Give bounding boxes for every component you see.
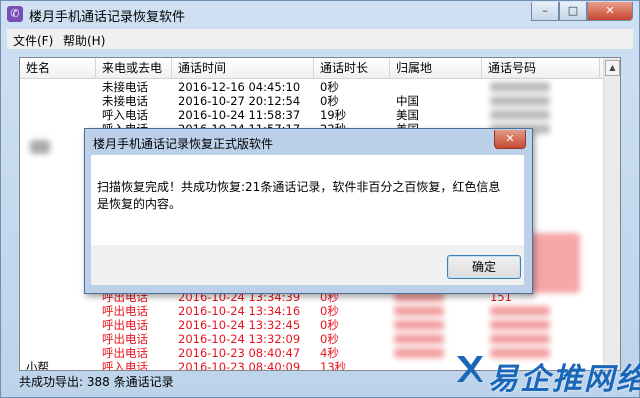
vertical-scrollbar[interactable]: ▲ <box>603 58 620 370</box>
cell-time: 2016-10-27 20:12:54 <box>178 94 301 108</box>
ok-button[interactable]: 确定 <box>447 255 521 279</box>
scroll-up-arrow-icon[interactable]: ▲ <box>605 60 620 76</box>
export-count-status: 共成功导出: 388 条通话记录 <box>19 375 174 389</box>
cell-direction: 呼入电话 <box>102 360 148 371</box>
cell-duration: 4秒 <box>320 346 339 360</box>
column-header-number[interactable]: 通话号码 <box>482 58 600 78</box>
dialog-footer: 确定 <box>91 245 524 285</box>
column-header-direction[interactable]: 来电或去电 <box>96 58 172 78</box>
cell-direction: 呼出电话 <box>102 318 148 332</box>
list-header: 姓名 来电或去电 通话时间 通话时长 归属地 通话号码 <box>20 58 606 79</box>
cell-time: 2016-10-23 08:40:09 <box>178 360 301 371</box>
cell-duration: 0秒 <box>320 318 339 332</box>
name-obscured <box>30 140 50 154</box>
cell-direction: 呼出电话 <box>102 304 148 318</box>
dialog-title: 楼月手机通话记录恢复正式版软件 <box>93 137 274 151</box>
menu-file[interactable]: 文件(F) <box>13 32 53 49</box>
table-row[interactable]: 呼出电话 2016-10-24 13:32:09 0秒 <box>20 332 604 346</box>
table-row[interactable]: 未接电话 2016-12-16 04:45:10 0秒 <box>20 80 604 94</box>
menu-help[interactable]: 帮助(H) <box>63 32 105 49</box>
dialog-message: 扫描恢复完成！共成功恢复:21条通话记录，软件非百分之百恢复，红色信息是恢复的内… <box>97 180 501 211</box>
title-bar: ✆ 楼月手机通话记录恢复软件 – □ ✕ <box>1 1 639 29</box>
cell-direction: 呼入电话 <box>102 108 148 122</box>
cell-location: 中国 <box>396 94 419 108</box>
cell-location-obscured <box>394 334 444 344</box>
cell-time: 2016-12-16 04:45:10 <box>178 80 301 94</box>
cell-location: 美国 <box>396 108 419 122</box>
maximize-button[interactable]: □ <box>559 2 587 21</box>
window-title: 楼月手机通话记录恢复软件 <box>29 10 186 25</box>
cell-duration: 13秒 <box>320 360 347 371</box>
x-logo-icon <box>457 356 483 382</box>
cell-time: 2016-10-24 13:34:16 <box>178 304 301 318</box>
column-header-duration[interactable]: 通话时长 <box>314 58 390 78</box>
cell-location-obscured <box>394 320 444 330</box>
cell-duration: 0秒 <box>320 304 339 318</box>
table-row[interactable]: 呼出电话 2016-10-24 13:32:45 0秒 <box>20 318 604 332</box>
cell-location-obscured <box>394 306 444 316</box>
dialog-body: 扫描恢复完成！共成功恢复:21条通话记录，软件非百分之百恢复，红色信息是恢复的内… <box>91 155 524 245</box>
cell-duration: 0秒 <box>320 94 339 108</box>
cell-number-obscured <box>490 82 550 92</box>
phone-app-icon: ✆ <box>7 6 23 22</box>
cell-direction: 未接电话 <box>102 94 148 108</box>
cell-duration: 0秒 <box>320 332 339 346</box>
watermark-text: 易企推网络 <box>488 362 640 397</box>
cell-number-obscured <box>490 306 550 316</box>
menu-bar: 文件(F) 帮助(H) <box>7 29 633 49</box>
table-row[interactable]: 呼出电话 2016-10-24 13:34:16 0秒 <box>20 304 604 318</box>
cell-time: 2016-10-24 13:32:45 <box>178 318 301 332</box>
cell-name: 小帮 <box>26 360 49 371</box>
close-button[interactable]: ✕ <box>587 2 633 21</box>
column-header-time[interactable]: 通话时间 <box>172 58 314 78</box>
watermark: 易企推网络 <box>448 350 640 397</box>
cell-location-obscured <box>394 348 444 358</box>
cell-number-obscured <box>490 96 550 106</box>
column-header-location[interactable]: 归属地 <box>390 58 482 78</box>
cell-number-obscured <box>490 320 550 330</box>
cell-time: 2016-10-24 13:32:09 <box>178 332 301 346</box>
cell-direction: 呼出电话 <box>102 346 148 360</box>
table-row[interactable]: 未接电话 2016-10-27 20:12:54 0秒 中国 <box>20 94 604 108</box>
cell-direction: 呼出电话 <box>102 332 148 346</box>
cell-direction: 未接电话 <box>102 80 148 94</box>
minimize-button[interactable]: – <box>531 2 559 21</box>
table-row[interactable]: 呼入电话 2016-10-24 11:58:37 19秒 美国 <box>20 108 604 122</box>
dialog-close-button[interactable]: ✕ <box>494 130 526 149</box>
column-header-name[interactable]: 姓名 <box>20 58 96 78</box>
cell-time: 2016-10-23 08:40:47 <box>178 346 301 360</box>
cell-duration: 19秒 <box>320 108 347 122</box>
scan-complete-dialog: 楼月手机通话记录恢复正式版软件 ✕ 扫描恢复完成！共成功恢复:21条通话记录，软… <box>84 128 533 294</box>
cell-number-obscured <box>490 334 550 344</box>
cell-number-obscured <box>490 110 550 120</box>
cell-duration: 0秒 <box>320 80 339 94</box>
cell-time: 2016-10-24 11:58:37 <box>178 108 301 122</box>
